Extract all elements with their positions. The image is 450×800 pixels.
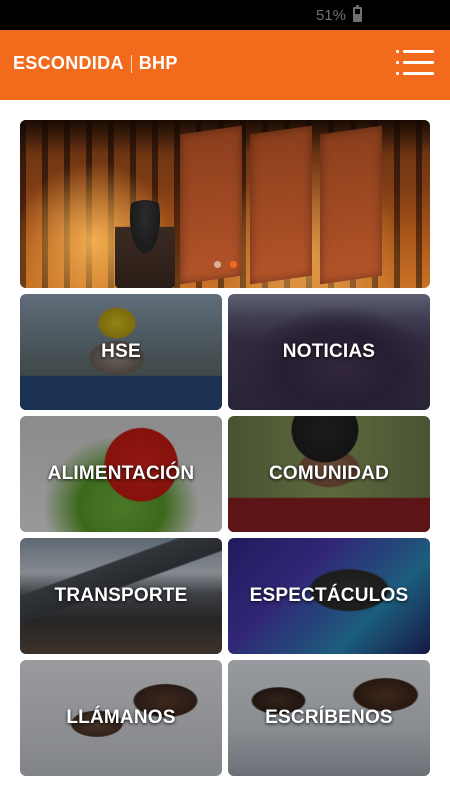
battery-icon [353, 5, 362, 22]
tile-label: ALIMENTACIÓN [47, 463, 195, 484]
tile-label: NOTICIAS [282, 341, 376, 362]
hero-image-worker [115, 200, 175, 288]
tile-label: ESPECTÁCULOS [249, 585, 409, 606]
tile-label: TRANSPORTE [54, 585, 188, 606]
tile-label: COMUNIDAD [268, 463, 389, 484]
brand-divider [130, 54, 132, 73]
carousel-dot[interactable] [213, 261, 221, 268]
menu-dot [396, 61, 399, 64]
tile-label: ESCRÍBENOS [265, 707, 393, 728]
tile-transporte[interactable]: TRANSPORTE [20, 538, 222, 654]
brand-logo: ESCONDIDA BHP [13, 53, 178, 74]
app-header: ESCONDIDA BHP [0, 30, 450, 100]
battery-percentage: 51% [315, 7, 346, 24]
brand-name: ESCONDIDA [13, 53, 124, 73]
menu-line [403, 72, 434, 75]
menu-dot [396, 72, 399, 75]
hero-banner-carousel[interactable] [20, 120, 430, 288]
tile-noticias[interactable]: NOTICIAS [228, 294, 430, 410]
carousel-indicator [20, 261, 430, 268]
tile-alimentacion[interactable]: ALIMENTACIÓN [20, 416, 222, 532]
tile-hse[interactable]: HSE [20, 294, 222, 410]
menu-dot [396, 50, 399, 53]
carousel-dot-active[interactable] [229, 261, 237, 268]
tile-label: LLÁMANOS [66, 707, 176, 728]
brand-company: BHP [138, 53, 178, 73]
menu-line [403, 61, 434, 64]
hamburger-menu-icon[interactable] [396, 50, 434, 78]
tile-comunidad[interactable]: COMUNIDAD [228, 416, 430, 532]
tile-escribenos[interactable]: ESCRÍBENOS [228, 660, 430, 776]
status-bar: 51% [0, 0, 450, 30]
tile-espectaculos[interactable]: ESPECTÁCULOS [228, 538, 430, 654]
tile-label: HSE [101, 341, 141, 362]
tile-llamanos[interactable]: LLÁMANOS [20, 660, 222, 776]
menu-line [403, 50, 434, 53]
